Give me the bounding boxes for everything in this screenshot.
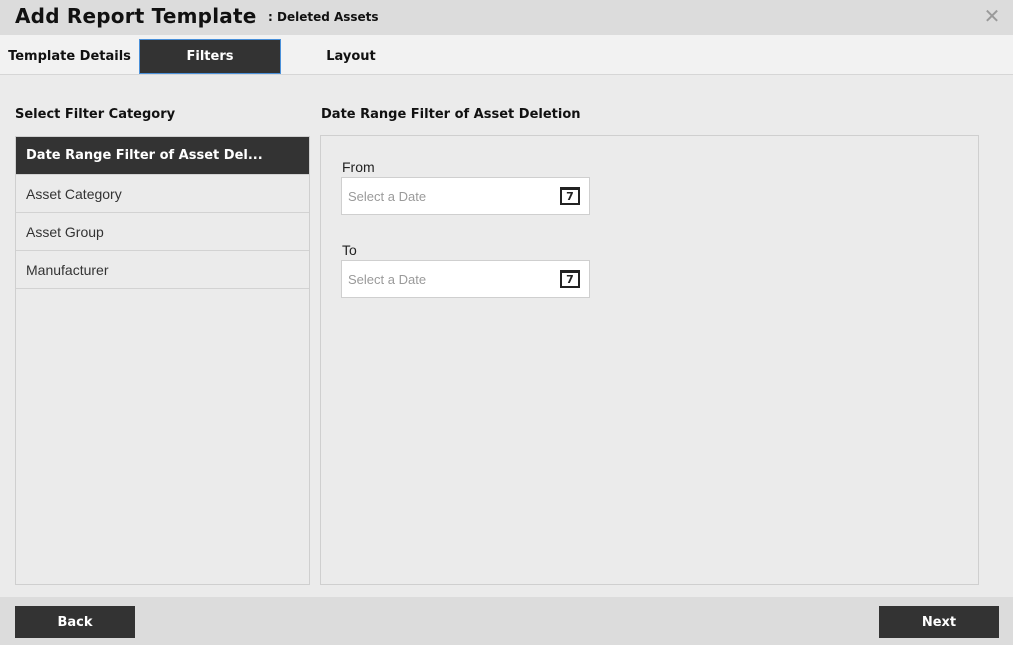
to-label: To <box>342 242 357 258</box>
category-item-asset-group[interactable]: Asset Group <box>16 213 309 251</box>
category-item-asset-category[interactable]: Asset Category <box>16 175 309 213</box>
from-date-input[interactable] <box>342 178 542 214</box>
category-item-manufacturer[interactable]: Manufacturer <box>16 251 309 289</box>
tab-template-details[interactable]: Template Details <box>0 39 139 74</box>
dialog-header: Add Report Template : Deleted Assets ✕ <box>0 0 1013 35</box>
tab-filters[interactable]: Filters <box>139 39 281 74</box>
from-date-field: 7 <box>341 177 590 215</box>
dialog-title: Add Report Template <box>15 4 257 28</box>
back-button[interactable]: Back <box>15 606 135 638</box>
to-date-field: 7 <box>341 260 590 298</box>
dialog-footer: Back Next <box>0 597 1013 645</box>
filter-heading: Date Range Filter of Asset Deletion <box>321 107 581 122</box>
tab-bar: Template Details Filters Layout <box>0 35 1013 75</box>
category-item-date-range[interactable]: Date Range Filter of Asset Del... <box>16 137 309 175</box>
filter-category-list: Date Range Filter of Asset Del... Asset … <box>15 136 310 585</box>
tab-layout[interactable]: Layout <box>281 39 421 74</box>
category-heading: Select Filter Category <box>15 107 176 122</box>
next-button[interactable]: Next <box>879 606 999 638</box>
date-range-filter-panel: From 7 To 7 <box>320 135 979 585</box>
calendar-icon[interactable]: 7 <box>560 187 580 205</box>
calendar-icon[interactable]: 7 <box>560 270 580 288</box>
to-date-input[interactable] <box>342 261 542 297</box>
from-label: From <box>342 159 375 175</box>
dialog-subtitle: : Deleted Assets <box>268 10 379 24</box>
close-icon[interactable]: ✕ <box>983 6 1001 26</box>
